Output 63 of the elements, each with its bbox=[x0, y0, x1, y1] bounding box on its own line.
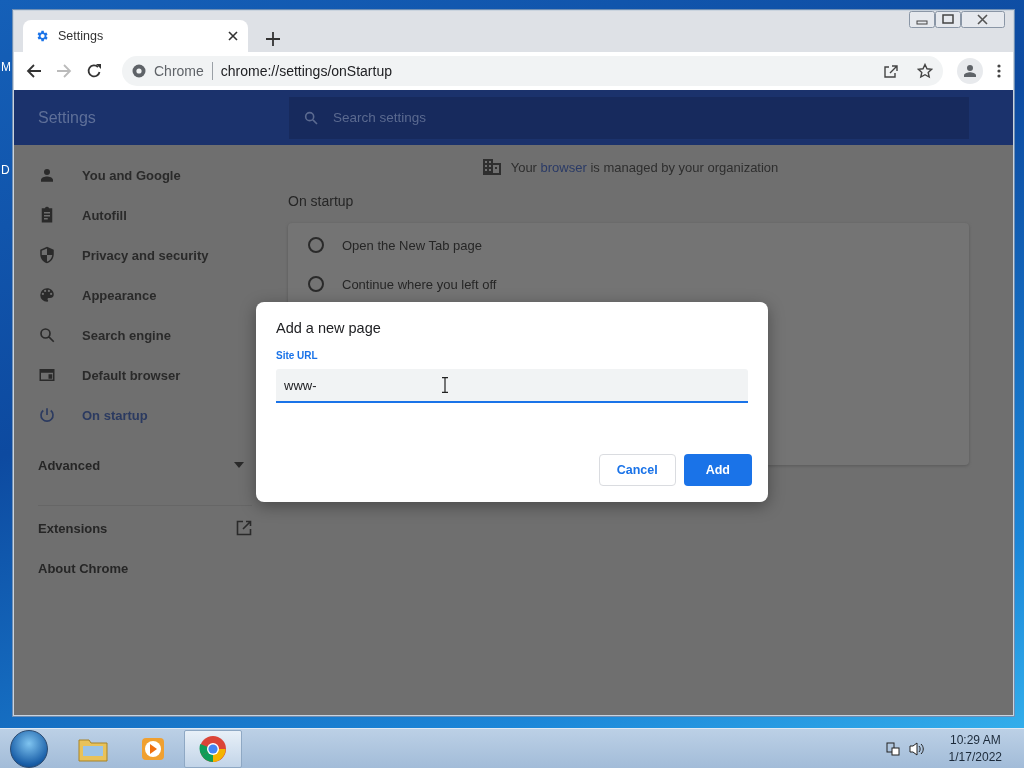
network-icon[interactable] bbox=[884, 740, 901, 757]
profile-button[interactable] bbox=[957, 58, 983, 84]
building-icon bbox=[482, 159, 501, 175]
radio-option[interactable]: Open the New Tab page bbox=[288, 223, 969, 267]
search-icon bbox=[38, 326, 56, 344]
chrome-logo-icon bbox=[199, 734, 227, 763]
sidebar-item[interactable]: Appearance bbox=[38, 275, 252, 315]
advanced-section-toggle[interactable]: Advanced bbox=[38, 447, 252, 483]
input-field[interactable]: www- bbox=[276, 369, 748, 403]
address-bar[interactable]: Chrome chrome://settings/onStartup bbox=[122, 56, 943, 86]
external-link-icon bbox=[236, 520, 252, 536]
managed-notice-text: Your browser is managed by your organization bbox=[510, 159, 779, 175]
caret-icon bbox=[234, 462, 244, 468]
sidebar-item[interactable]: Autofill bbox=[38, 195, 252, 235]
radio-button[interactable] bbox=[308, 276, 324, 292]
media-player-icon bbox=[140, 735, 166, 762]
text-cursor-icon bbox=[442, 377, 448, 393]
settings-title: Settings bbox=[37, 108, 97, 127]
add-button[interactable]: Add bbox=[683, 454, 752, 486]
field-label: Site URL bbox=[276, 350, 319, 361]
desktop-icon-label: M bbox=[1, 60, 11, 74]
taskbar-app-button[interactable] bbox=[184, 729, 242, 768]
browser-tab[interactable]: Settings bbox=[23, 20, 248, 52]
maximize-icon[interactable] bbox=[935, 11, 961, 28]
sidebar-item[interactable]: You and Google bbox=[38, 155, 252, 195]
section-heading: On startup bbox=[288, 193, 355, 209]
clock-date: 1/17/2022 bbox=[948, 748, 1002, 766]
desktop-icon-label: D bbox=[1, 163, 10, 177]
chrome-logo-icon bbox=[132, 64, 146, 78]
sidebar-link[interactable]: About Chrome bbox=[38, 548, 252, 588]
radio-button[interactable] bbox=[308, 237, 324, 253]
search-icon bbox=[303, 109, 319, 126]
page-chip-label: Chrome bbox=[154, 63, 204, 79]
browser-link[interactable]: browser bbox=[540, 159, 587, 175]
url-text: chrome://settings/onStartup bbox=[220, 63, 393, 79]
start-button[interactable] bbox=[10, 729, 48, 768]
dialog-title: Add a new page bbox=[276, 320, 382, 336]
tab-title: Settings bbox=[58, 29, 105, 43]
person-icon bbox=[962, 63, 978, 79]
new-tab-icon[interactable] bbox=[266, 32, 280, 46]
sidebar-item[interactable]: Default browser bbox=[38, 355, 252, 395]
search-field[interactable]: Search settings bbox=[289, 96, 969, 139]
radio-option[interactable]: Continue where you left off bbox=[288, 267, 969, 301]
browser-window-icon bbox=[38, 366, 56, 384]
share-icon[interactable] bbox=[883, 63, 899, 79]
power-icon bbox=[38, 406, 56, 424]
shield-icon bbox=[38, 246, 56, 264]
close-icon[interactable] bbox=[228, 31, 238, 41]
speaker-icon[interactable] bbox=[908, 740, 925, 757]
sidebar-link[interactable]: Extensions bbox=[38, 508, 252, 548]
close-icon[interactable] bbox=[961, 11, 1005, 28]
back-arrow-icon[interactable] bbox=[26, 63, 42, 79]
clock-time: 10:29 AM bbox=[948, 731, 1002, 749]
sidebar-item[interactable]: On startup bbox=[38, 395, 252, 435]
sidebar-item[interactable]: Privacy and security bbox=[38, 235, 252, 275]
sidebar-item[interactable]: Search engine bbox=[38, 315, 252, 355]
reload-icon[interactable] bbox=[86, 63, 102, 79]
palette-icon bbox=[38, 286, 56, 304]
cancel-button[interactable]: Cancel bbox=[598, 454, 676, 486]
settings-icon bbox=[35, 29, 49, 43]
more-menu-icon[interactable] bbox=[997, 64, 1001, 78]
star-icon[interactable] bbox=[917, 63, 933, 79]
person-icon bbox=[38, 166, 56, 184]
